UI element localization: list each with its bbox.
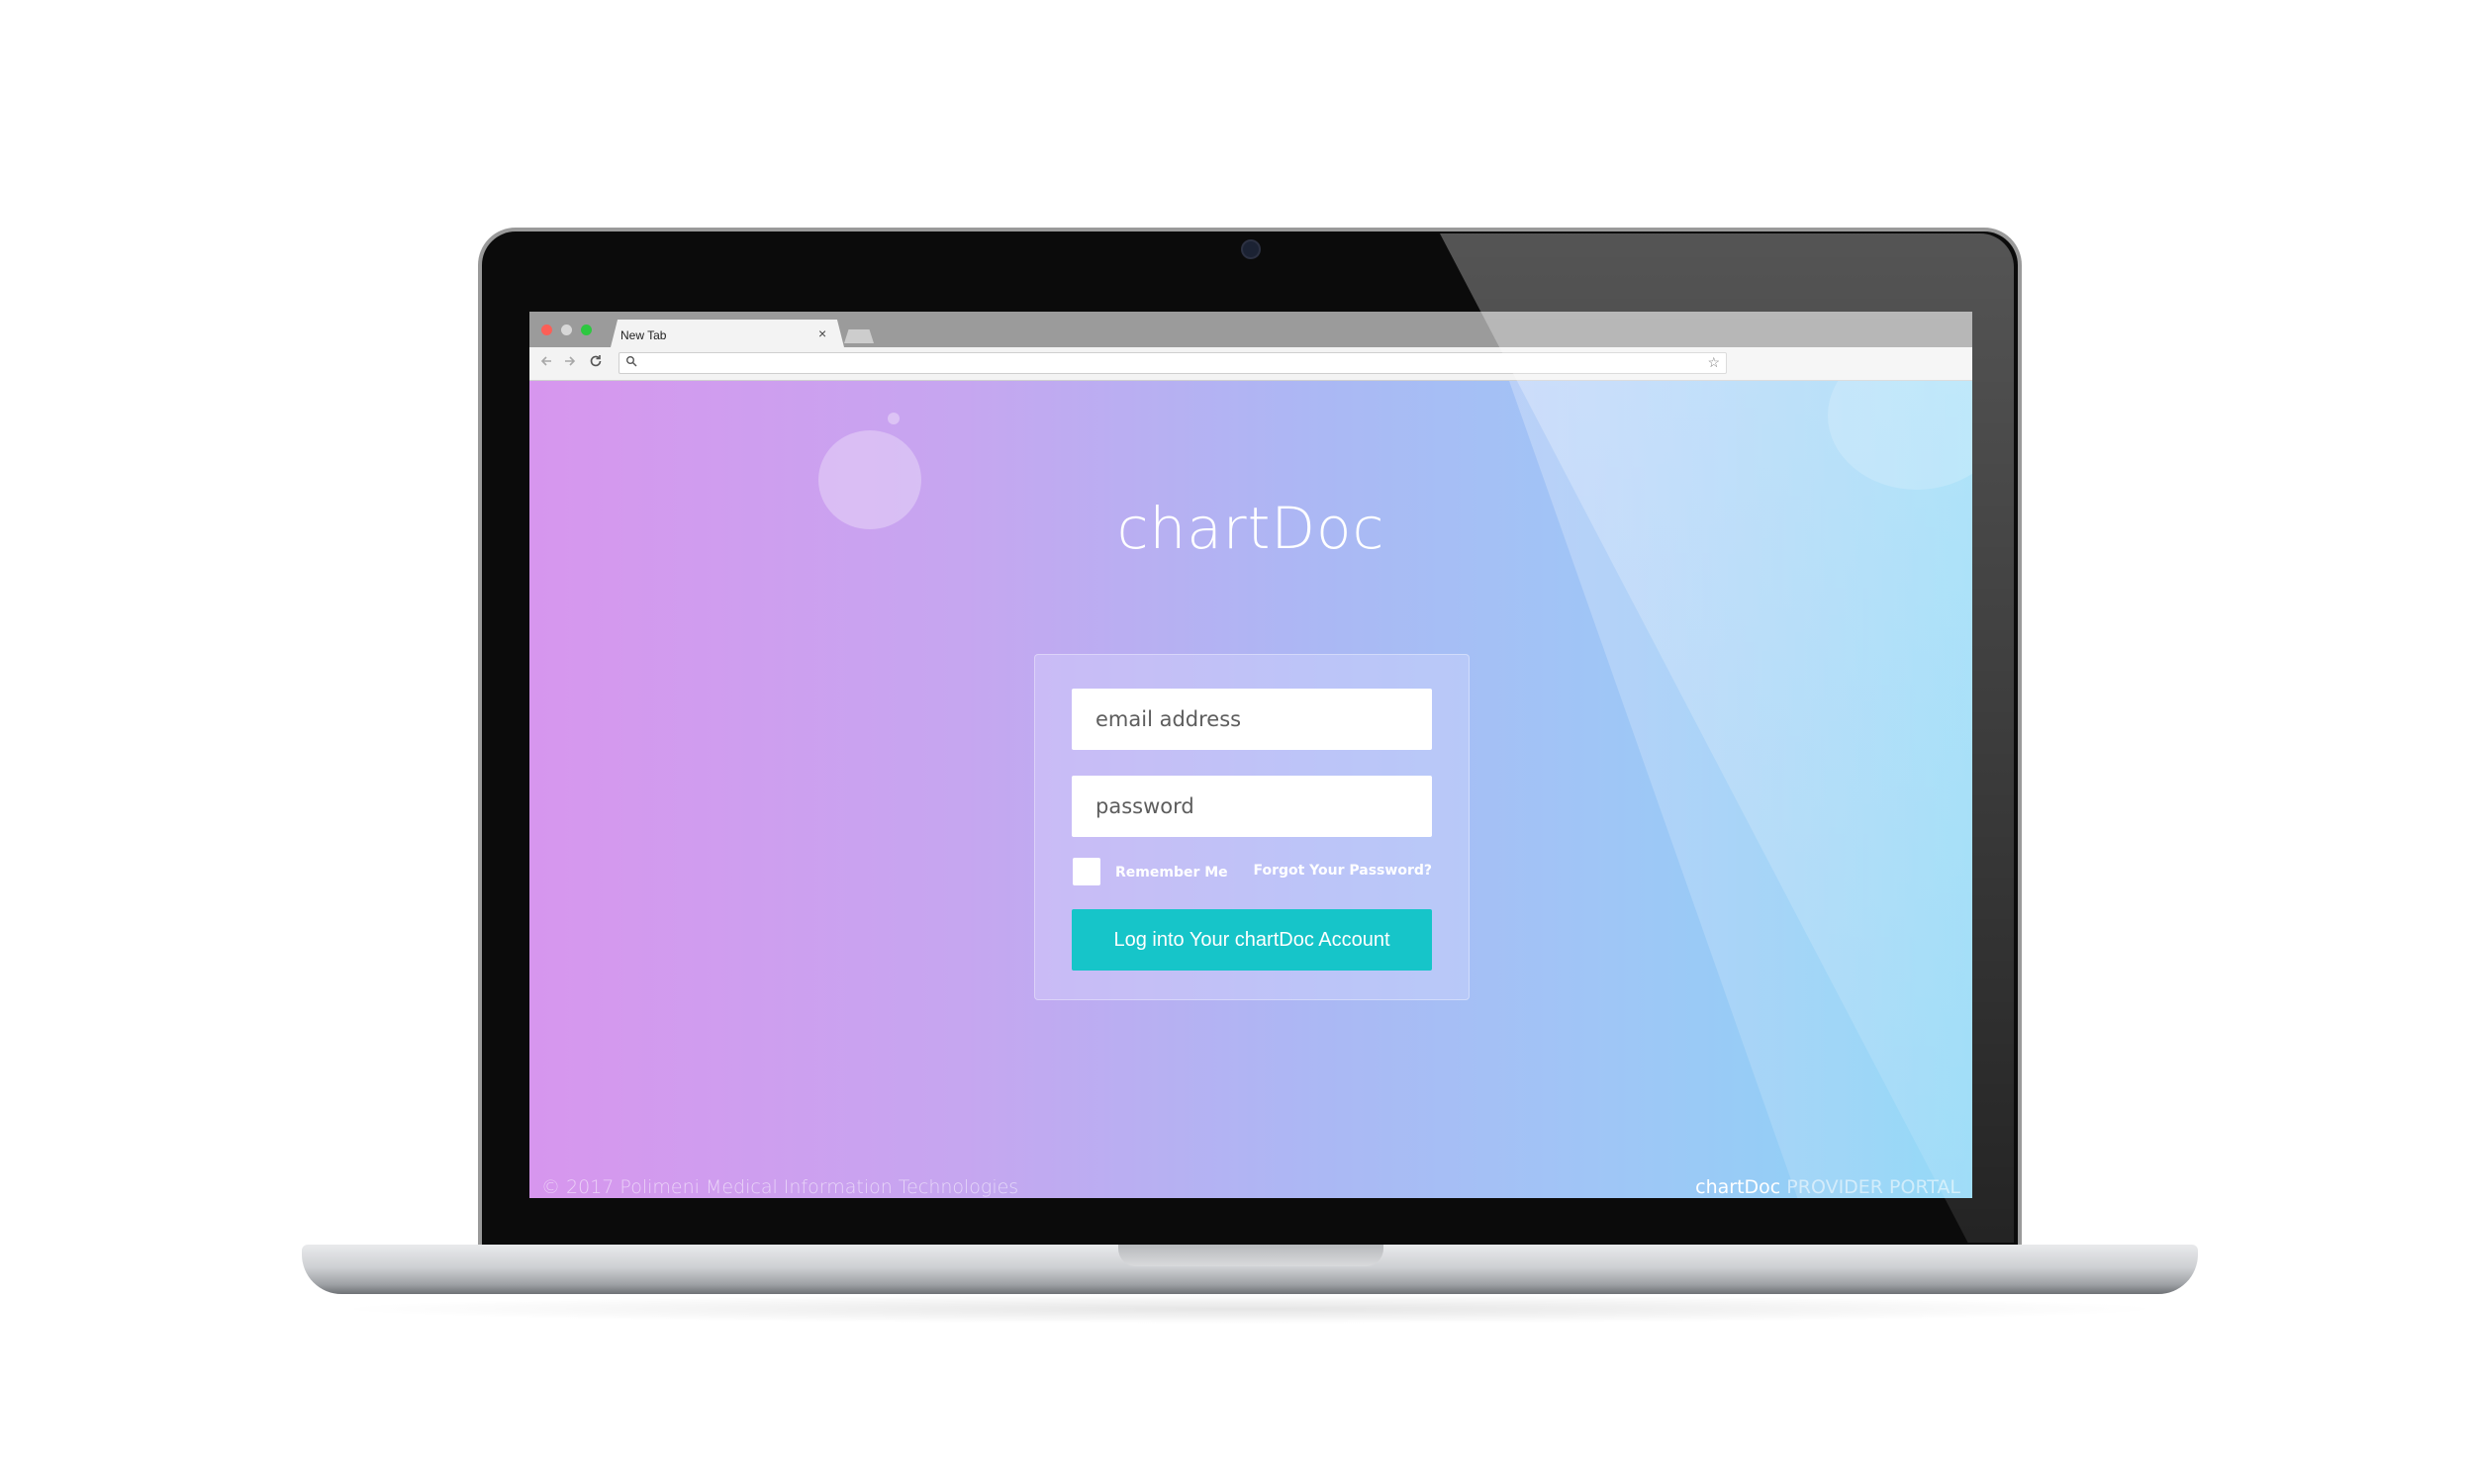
address-bar[interactable]: ☆ [618,352,1727,374]
minimize-window-button[interactable] [561,325,572,335]
camera-icon [1241,239,1261,259]
app-logo: chartDoc [1116,495,1385,562]
forgot-password-link[interactable]: Forgot Your Password? [1253,863,1432,879]
remember-me-checkbox[interactable] [1073,858,1100,885]
tab-bar: New Tab × [529,312,1972,347]
remember-me-label: Remember Me [1115,865,1228,881]
laptop-notch [1118,1245,1383,1266]
maximize-window-button[interactable] [581,325,592,335]
close-window-button[interactable] [541,325,552,335]
decorative-bubble [888,413,900,424]
search-icon [625,355,637,370]
login-button[interactable]: Log into Your chartDoc Account [1072,909,1432,971]
portal-label: chartDoc PROVIDER PORTAL [1695,1176,1960,1198]
password-field[interactable] [1072,776,1432,837]
copyright-text: © 2017 Polimeni Medical Information Tech… [541,1176,1019,1198]
login-page: chartDoc Remember Me Forgot Your Passwor… [529,381,1972,1198]
portal-tag: PROVIDER PORTAL [1780,1176,1960,1198]
browser-window: New Tab × ☆ chartDoc Remember [529,312,1972,1198]
arrow-left-icon[interactable] [539,354,553,372]
reload-icon[interactable] [589,354,603,372]
new-tab-button[interactable] [844,329,874,343]
laptop-shadow [327,1294,2173,1324]
star-icon[interactable]: ☆ [1707,354,1720,371]
email-field[interactable] [1072,689,1432,750]
browser-toolbar: ☆ [529,347,1972,381]
login-form: Remember Me Forgot Your Password? Log in… [1034,654,1470,1000]
arrow-right-icon[interactable] [563,354,577,372]
portal-brand: chartDoc [1695,1176,1781,1198]
tab-title: New Tab [620,328,667,342]
close-icon[interactable]: × [818,325,826,341]
